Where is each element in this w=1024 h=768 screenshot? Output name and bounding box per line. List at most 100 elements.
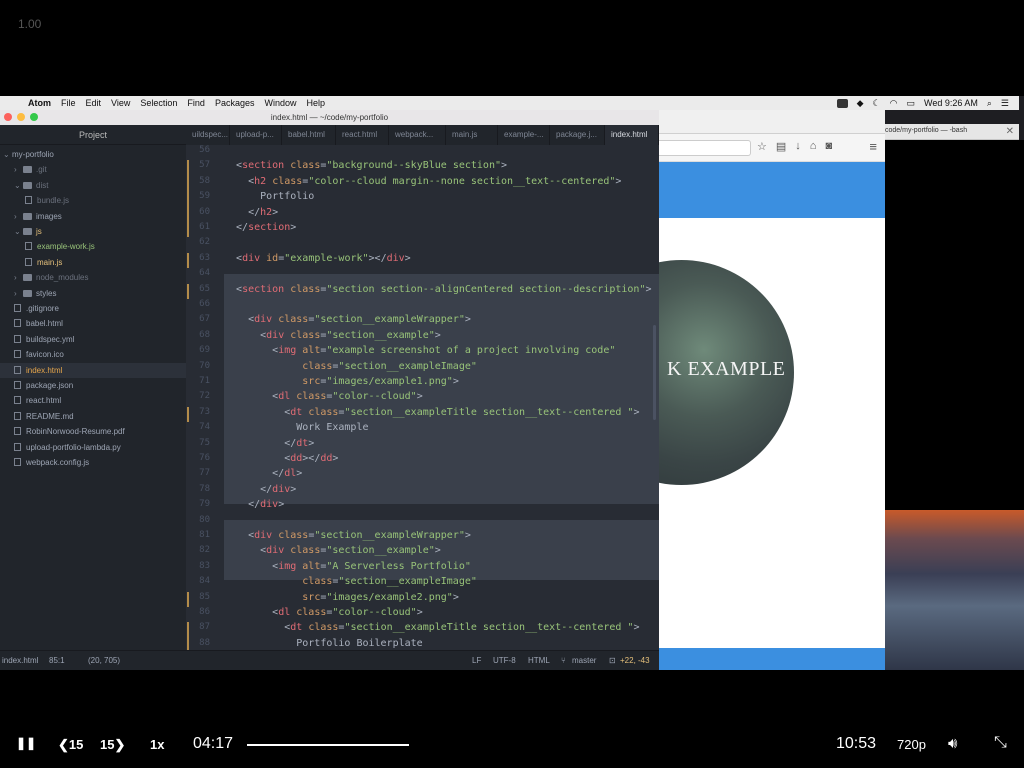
zoom-window-icon[interactable]	[30, 113, 38, 121]
code-line[interactable]: Work Example	[224, 422, 368, 433]
chevron-icon[interactable]: ›	[14, 270, 23, 285]
hamburger-menu-icon[interactable]: ≡	[869, 139, 877, 154]
tree-item[interactable]: › styles	[0, 286, 186, 301]
menubar-clock[interactable]: Wed 9:26 AM	[924, 98, 978, 108]
chevron-icon[interactable]: ⌄	[14, 178, 23, 193]
tree-item[interactable]: example-work.js	[0, 239, 186, 254]
code-line[interactable]: </div>	[224, 499, 284, 510]
code-line[interactable]: <dl class="color--cloud">	[224, 607, 423, 618]
download-icon[interactable]: ↓	[795, 140, 801, 153]
code-line[interactable]: <img alt="example screenshot of a projec…	[224, 345, 615, 356]
moon-icon[interactable]: ☾	[873, 98, 881, 109]
code-line[interactable]: src="images/example2.png">	[224, 592, 459, 603]
editor-tab[interactable]: react.html	[336, 125, 389, 145]
code-line[interactable]: <h2 class="color--cloud margin--none sec…	[224, 176, 621, 187]
editor-tab[interactable]: uildspec...	[186, 125, 230, 145]
tree-item[interactable]: README.md	[0, 409, 186, 424]
pocket-icon[interactable]: ◙	[825, 140, 832, 153]
code-line[interactable]: <div id="example-work"></div>	[224, 253, 411, 264]
rewind-button[interactable]: ❮15	[58, 737, 83, 753]
code-line[interactable]: <div class="section__exampleWrapper">	[224, 530, 471, 541]
code-line[interactable]: Portfolio	[224, 191, 314, 202]
code-line[interactable]: </dl>	[224, 468, 302, 479]
menu-selection[interactable]: Selection	[140, 98, 177, 108]
tree-item[interactable]: › .git	[0, 162, 186, 177]
status-file[interactable]: index.html	[2, 656, 38, 665]
code-line[interactable]: src="images/example1.png">	[224, 376, 459, 387]
speed-button[interactable]: 1x	[150, 737, 164, 752]
tree-item[interactable]: favicon.ico	[0, 347, 186, 362]
code-line[interactable]: <dl class="color--cloud">	[224, 391, 423, 402]
close-window-icon[interactable]	[4, 113, 12, 121]
code-line[interactable]: <section class="section section--alignCe…	[224, 284, 651, 295]
quality-button[interactable]: 720p	[897, 737, 926, 752]
notification-center-icon[interactable]: ☰	[1001, 98, 1009, 109]
editor-tab[interactable]: main.js	[446, 125, 498, 145]
code-line[interactable]: class="section__exampleImage"	[224, 361, 477, 372]
tree-item[interactable]: webpack.config.js	[0, 455, 186, 470]
chevron-icon[interactable]: ›	[14, 162, 23, 177]
menu-find[interactable]: Find	[187, 98, 205, 108]
firefox-url-bar[interactable]	[659, 140, 751, 156]
reader-icon[interactable]: ▤	[776, 140, 786, 153]
code-line[interactable]: Portfolio Boilerplate	[224, 638, 422, 649]
code-line[interactable]: <img alt="A Serverless Portfolio"	[224, 561, 471, 572]
code-line[interactable]: <dt class="section__exampleTitle section…	[224, 407, 639, 418]
code-line[interactable]: <div class="section__example">	[224, 545, 441, 556]
tree-item[interactable]: main.js	[0, 255, 186, 270]
bookmark-star-icon[interactable]: ☆	[757, 140, 767, 153]
tree-item[interactable]: bundle.js	[0, 193, 186, 208]
tree-item[interactable]: react.html	[0, 393, 186, 408]
tree-item[interactable]: index.html	[0, 362, 186, 378]
tree-item[interactable]: ⌄ my-portfolio	[0, 147, 186, 162]
tree-item[interactable]: buildspec.yml	[0, 332, 186, 347]
tree-item[interactable]: ⌄ js	[0, 224, 186, 239]
code-line[interactable]: <div class="section__exampleWrapper">	[224, 314, 471, 325]
volume-icon[interactable]: 🔊︎	[948, 735, 957, 752]
screen-record-icon[interactable]	[836, 98, 848, 108]
tree-item[interactable]: RobinNorwood-Resume.pdf	[0, 424, 186, 439]
tree-item[interactable]: › images	[0, 209, 186, 224]
status-grammar[interactable]: HTML	[528, 656, 550, 665]
pause-icon[interactable]: ❚❚	[16, 736, 36, 750]
code-line[interactable]: <section class="background--skyBlue sect…	[224, 160, 507, 171]
tree-item[interactable]: .gitignore	[0, 301, 186, 316]
tree-item[interactable]: babel.html	[0, 316, 186, 331]
editor-tab[interactable]: babel.html	[282, 125, 336, 145]
chevron-icon[interactable]: ⌄	[3, 147, 12, 162]
menu-file[interactable]: File	[61, 98, 76, 108]
menu-packages[interactable]: Packages	[215, 98, 255, 108]
tree-item[interactable]: ⌄ dist	[0, 178, 186, 193]
editor-tab[interactable]: example-...	[498, 125, 550, 145]
code-line[interactable]: class="section__exampleImage"	[224, 576, 477, 587]
editor-tab[interactable]: package.j...	[550, 125, 605, 145]
status-eol[interactable]: LF	[472, 656, 481, 665]
editor-tab[interactable]: webpack...	[389, 125, 446, 145]
chevron-icon[interactable]: ⌄	[14, 224, 23, 239]
chevron-icon[interactable]: ›	[14, 209, 23, 224]
code-line[interactable]: <dd></dd>	[224, 453, 338, 464]
progress-track[interactable]	[247, 744, 409, 746]
code-line[interactable]: </div>	[224, 484, 296, 495]
editor-scrollbar[interactable]	[653, 325, 656, 420]
menu-app-atom[interactable]: Atom	[28, 98, 51, 108]
status-branch[interactable]: master	[572, 656, 596, 665]
status-cursor[interactable]: 85:1	[49, 656, 65, 665]
code-line[interactable]: </dt>	[224, 438, 314, 449]
code-editor[interactable]: 56 57 58 59 60 61 62 63 64 65 66 67 68 69 70 71 72 73 74 75…	[186, 145, 659, 650]
dropbox-icon[interactable]: ◆	[857, 98, 864, 109]
code-line[interactable]: <dt class="section__exampleTitle section…	[224, 622, 639, 633]
status-encoding[interactable]: UTF-8	[493, 656, 516, 665]
minimize-window-icon[interactable]	[17, 113, 25, 121]
spotlight-search-icon[interactable]: ⌕	[987, 98, 992, 109]
home-icon[interactable]: ⌂	[810, 140, 817, 153]
exit-fullscreen-icon[interactable]: ⤡	[994, 734, 1007, 752]
tree-item[interactable]: upload-portfolio-lambda.py	[0, 440, 186, 455]
menu-window[interactable]: Window	[264, 98, 296, 108]
editor-tab[interactable]: upload-p...	[230, 125, 282, 145]
code-line[interactable]: <div class="section__example">	[224, 330, 441, 341]
menu-view[interactable]: View	[111, 98, 130, 108]
editor-tab[interactable]: index.html	[605, 125, 659, 145]
wifi-icon[interactable]: ◠	[890, 98, 898, 109]
forward-button[interactable]: 15❯	[100, 737, 125, 753]
